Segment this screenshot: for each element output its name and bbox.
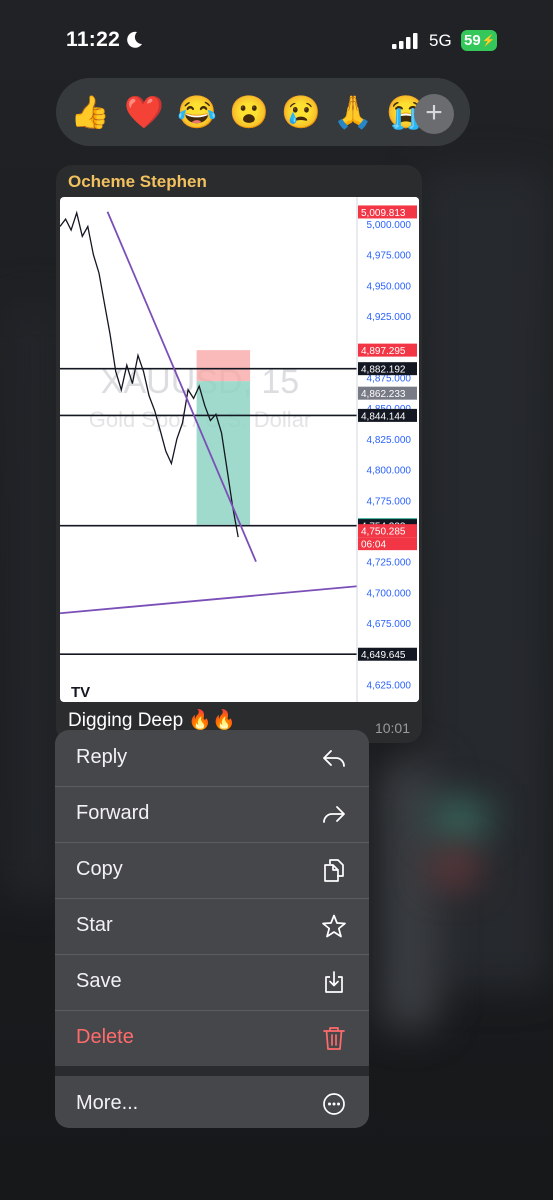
status-time: 11:22	[66, 28, 121, 51]
star-icon	[322, 914, 346, 938]
battery-indicator: 59 ⚡	[461, 30, 497, 51]
reaction-bar: 👍 ❤️ 😂 😮 😢 🙏 😭	[56, 78, 470, 146]
chart-image[interactable]: XAUUSD, 15 Gold Spot / U.S. Dollar 5,000…	[60, 197, 419, 702]
menu-section-gap	[55, 1066, 369, 1076]
trendline	[60, 585, 358, 615]
menu-item-label: Forward	[76, 802, 150, 824]
menu-item-forward[interactable]: Forward	[55, 786, 369, 842]
y-tick-label: 4,800.000	[367, 466, 412, 477]
reaction-heart[interactable]: ❤️	[124, 92, 164, 132]
menu-item-label: Delete	[76, 1026, 134, 1048]
reaction-laugh[interactable]: 😂	[177, 92, 217, 132]
y-tick-label: 4,975.000	[367, 251, 412, 262]
y-tick-label: 4,925.000	[367, 312, 412, 323]
y-tick-label: 4,675.000	[367, 619, 412, 630]
menu-item-copy[interactable]: Copy	[55, 842, 369, 898]
message-caption: Digging Deep 🔥🔥	[68, 710, 236, 731]
y-tick-label: 4,950.000	[367, 281, 412, 292]
copy-icon	[324, 859, 344, 882]
y-tick-label: 4,825.000	[367, 435, 412, 446]
trash-icon	[323, 1027, 345, 1050]
menu-item-label: Copy	[76, 858, 123, 880]
menu-item-delete[interactable]: Delete	[55, 1010, 369, 1066]
price-tag-label: 4,882.192	[361, 365, 406, 376]
price-tag-label: 4,897.295	[361, 346, 406, 357]
reaction-thumbs-up[interactable]: 👍	[70, 92, 110, 132]
price-tag-label: 4,750.285	[361, 527, 406, 538]
menu-item-label: Save	[76, 970, 122, 992]
context-menu: Reply Forward Copy Star Save Delete More…	[55, 730, 369, 1128]
reaction-surprised[interactable]: 😮	[229, 92, 269, 132]
menu-item-star[interactable]: Star	[55, 898, 369, 954]
price-tag-label: 4,862.233	[361, 389, 406, 400]
reaction-pray[interactable]: 🙏	[333, 92, 373, 132]
y-tick-label: 4,700.000	[367, 588, 412, 599]
more-icon	[323, 1093, 345, 1115]
tradingview-logo: TV	[71, 684, 90, 701]
cellular-signal-icon	[392, 33, 418, 49]
price-tag-label: 5,009.813	[361, 208, 406, 219]
plus-icon: +	[425, 96, 443, 129]
menu-item-label: More...	[76, 1092, 139, 1114]
forward-icon	[323, 806, 345, 823]
reply-icon	[323, 750, 345, 767]
menu-item-more[interactable]: More...	[55, 1076, 369, 1128]
y-tick-label: 5,000.000	[367, 220, 412, 231]
reaction-sad[interactable]: 😢	[281, 92, 321, 132]
menu-item-label: Reply	[76, 746, 128, 768]
menu-item-label: Star	[76, 914, 113, 936]
sender-name: Ocheme Stephen	[68, 172, 207, 191]
take-profit-zone	[196, 381, 251, 525]
menu-item-reply[interactable]: Reply	[55, 730, 369, 786]
moon-icon	[127, 31, 142, 48]
stop-loss-zone	[196, 350, 251, 382]
price-tag-label: 4,649.645	[361, 650, 406, 661]
add-reaction-button[interactable]: +	[414, 94, 454, 134]
network-type: 5G	[429, 31, 452, 50]
y-tick-label: 4,775.000	[367, 496, 412, 507]
status-bar: 11:22 5G 59 ⚡	[0, 0, 553, 84]
countdown-label: 06:04	[361, 540, 386, 551]
menu-item-save[interactable]: Save	[55, 954, 369, 1010]
price-chart: XAUUSD, 15 Gold Spot / U.S. Dollar 5,000…	[60, 197, 419, 702]
save-icon	[325, 971, 343, 993]
charging-icon: ⚡	[481, 35, 496, 47]
price-tag-label: 4,844.144	[361, 411, 406, 422]
battery-level: 59	[464, 32, 481, 49]
y-tick-label: 4,725.000	[367, 558, 412, 569]
y-tick-label: 4,625.000	[367, 681, 412, 692]
message-time: 10:01	[374, 720, 410, 736]
message-bubble[interactable]: Ocheme Stephen XAUUSD, 15 Gold Spot / U.…	[56, 165, 422, 743]
